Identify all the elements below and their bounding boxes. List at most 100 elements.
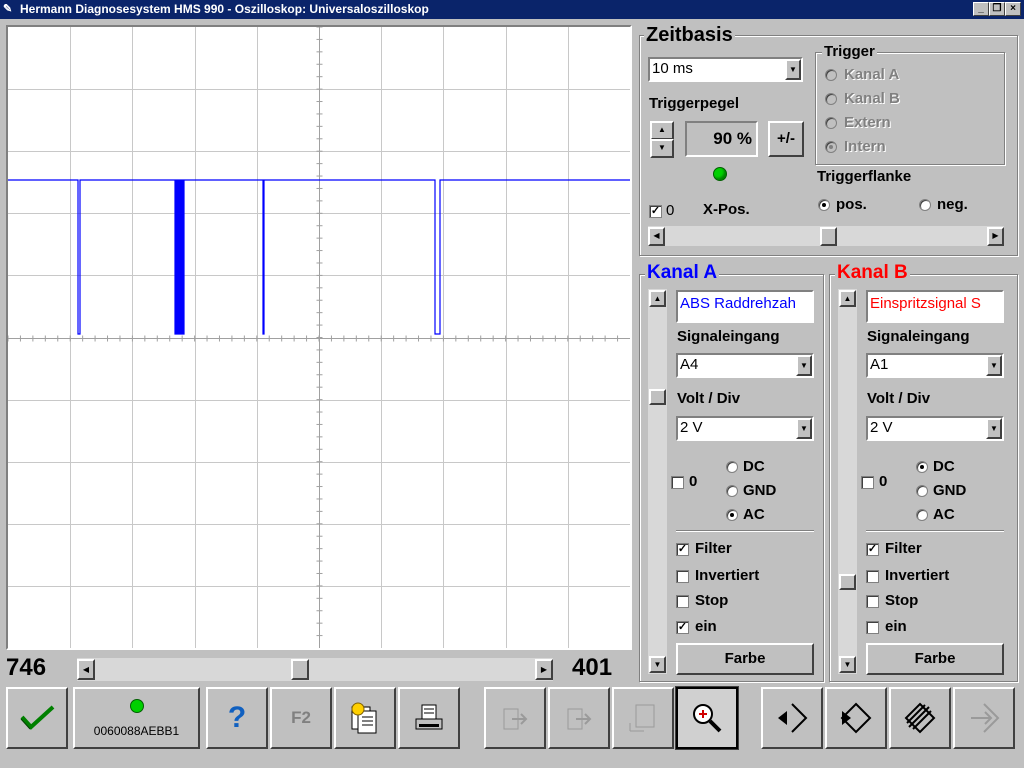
chevron-down-icon[interactable]: ▼ <box>785 59 801 80</box>
diamond-arrow-left-icon <box>778 703 808 733</box>
trigger-extern-radio[interactable] <box>825 117 837 129</box>
channel-a-up-arrow-icon[interactable]: ▲ <box>649 290 666 307</box>
scroll-right-arrow-icon[interactable]: ▶ <box>535 659 553 680</box>
timebase-heading: Zeitbasis <box>644 24 735 47</box>
trigger-kanal-b-radio[interactable] <box>825 93 837 105</box>
window-button[interactable] <box>612 687 674 749</box>
xpos-label: X-Pos. <box>703 201 750 218</box>
import-button[interactable] <box>548 687 610 749</box>
channel-b-offset-thumb[interactable] <box>839 574 856 590</box>
trigger-level-up-icon[interactable]: ▲ <box>650 121 674 140</box>
channel-a-ac-label: AC <box>743 506 765 523</box>
channel-b-down-arrow-icon[interactable]: ▼ <box>839 656 856 673</box>
channel-b-zero-checkbox[interactable] <box>861 476 874 489</box>
exit-arrow-icon <box>971 703 1000 733</box>
channel-b-name-input[interactable]: Einspritzsignal S <box>866 290 1004 323</box>
flank-pos-radio[interactable] <box>818 199 830 211</box>
channel-b-farbe-button[interactable]: Farbe <box>866 643 1004 675</box>
channel-a-gnd-radio[interactable] <box>726 485 738 497</box>
flank-neg-radio[interactable] <box>919 199 931 211</box>
channel-a-invertiert-checkbox[interactable] <box>676 570 689 583</box>
horizontal-scrollbar[interactable]: ◀ ▶ <box>76 657 554 682</box>
documents-button[interactable] <box>334 687 396 749</box>
channel-b-ac-radio[interactable] <box>916 509 928 521</box>
channel-a-name-input[interactable]: ABS Raddrehzah <box>676 290 814 323</box>
zoom-button[interactable] <box>675 686 739 750</box>
channel-a-zero-checkbox[interactable] <box>671 476 684 489</box>
trigger-level-down-icon[interactable]: ▼ <box>650 139 674 158</box>
diamond-arrow-right-icon <box>840 702 872 734</box>
channel-a-offset-scrollbar[interactable]: ▲ ▼ <box>647 288 668 675</box>
hatch-button[interactable] <box>889 687 951 749</box>
import-icon <box>567 708 592 730</box>
print-button[interactable] <box>398 687 460 749</box>
export-icon <box>503 708 528 730</box>
channel-b-dc-label: DC <box>933 458 955 475</box>
channel-a-signaleingang-label: Signaleingang <box>677 328 780 345</box>
chevron-down-icon[interactable]: ▼ <box>986 418 1002 439</box>
channel-a-filter-checkbox[interactable]: ✓ <box>676 543 689 556</box>
channel-b-input-value: A1 <box>870 356 889 373</box>
ok-button[interactable] <box>6 687 68 749</box>
channel-a-input-value: A4 <box>680 356 699 373</box>
minimize-button[interactable]: _ <box>973 2 989 16</box>
channel-b-invertiert-label: Invertiert <box>885 567 950 584</box>
channel-b-ein-label: ein <box>885 618 907 635</box>
xpos-left-arrow-icon[interactable]: ◀ <box>648 227 665 246</box>
channel-a-farbe-button[interactable]: Farbe <box>676 643 814 675</box>
xpos-right-arrow-icon[interactable]: ▶ <box>987 227 1004 246</box>
xpos-thumb[interactable] <box>820 227 837 246</box>
scroll-thumb[interactable] <box>291 659 309 680</box>
channel-b-gnd-radio[interactable] <box>916 485 928 497</box>
trigger-kanal-a-label: Kanal A <box>844 66 900 83</box>
export-button[interactable] <box>484 687 546 749</box>
channel-a-down-arrow-icon[interactable]: ▼ <box>649 656 666 673</box>
channel-a-voltdiv-select[interactable]: 2 V ▼ <box>676 416 814 441</box>
scroll-left-arrow-icon[interactable]: ◀ <box>77 659 95 680</box>
device-id: 0060088AEBB1 <box>93 723 180 738</box>
channel-a-offset-thumb[interactable] <box>649 389 666 405</box>
channel-b-offset-scrollbar[interactable]: ▲ ▼ <box>837 288 858 675</box>
f2-button[interactable]: F2 <box>270 687 332 749</box>
channel-b-invertiert-checkbox[interactable] <box>866 570 879 583</box>
xpos-zero-checkbox[interactable]: ✓ <box>649 205 662 218</box>
channel-a-ein-checkbox[interactable]: ✓ <box>676 621 689 634</box>
xpos-scrollbar[interactable]: ◀ ▶ <box>647 225 1005 247</box>
app-icon: ✎ <box>3 3 13 15</box>
cursor-expand-button[interactable] <box>761 687 823 749</box>
channel-b-heading: Kanal B <box>835 262 910 284</box>
close-button[interactable]: × <box>1005 2 1021 16</box>
oscilloscope-display[interactable] <box>6 25 632 650</box>
cursor-shift-button[interactable] <box>825 687 887 749</box>
trigger-kanal-b-label: Kanal B <box>844 90 900 107</box>
channel-b-voltdiv-value: 2 V <box>870 419 893 436</box>
channel-b-stop-checkbox[interactable] <box>866 595 879 608</box>
chevron-down-icon[interactable]: ▼ <box>986 355 1002 376</box>
chevron-down-icon[interactable]: ▼ <box>796 355 812 376</box>
printer-icon <box>415 704 443 730</box>
timebase-select[interactable]: 10 ms ▼ <box>648 57 803 82</box>
restore-button[interactable]: ❐ <box>989 2 1005 16</box>
device-status-button[interactable]: 0060088AEBB1 <box>73 687 200 749</box>
channel-b-up-arrow-icon[interactable]: ▲ <box>839 290 856 307</box>
channel-a-input-select[interactable]: A4 ▼ <box>676 353 814 378</box>
chevron-down-icon[interactable]: ▼ <box>796 418 812 439</box>
channel-a-divider <box>676 530 814 532</box>
triggerflanke-label: Triggerflanke <box>817 168 912 185</box>
channel-a-ac-radio[interactable] <box>726 509 738 521</box>
channel-b-filter-checkbox[interactable]: ✓ <box>866 543 879 556</box>
channel-b-input-select[interactable]: A1 ▼ <box>866 353 1004 378</box>
channel-a-dc-radio[interactable] <box>726 461 738 473</box>
trigger-intern-radio[interactable] <box>825 141 837 153</box>
invert-trigger-button[interactable]: +/- <box>768 121 804 157</box>
channel-a-zero-label: 0 <box>689 473 698 490</box>
trigger-kanal-a-radio[interactable] <box>825 69 837 81</box>
exit-button[interactable] <box>953 687 1015 749</box>
channel-b-voltdiv-select[interactable]: 2 V ▼ <box>866 416 1004 441</box>
channel-b-ein-checkbox[interactable] <box>866 621 879 634</box>
f2-icon: F2 <box>291 708 311 727</box>
help-button[interactable]: ? <box>206 687 268 749</box>
channel-a-stop-checkbox[interactable] <box>676 595 689 608</box>
trigger-status-led <box>713 167 727 181</box>
channel-b-dc-radio[interactable] <box>916 461 928 473</box>
